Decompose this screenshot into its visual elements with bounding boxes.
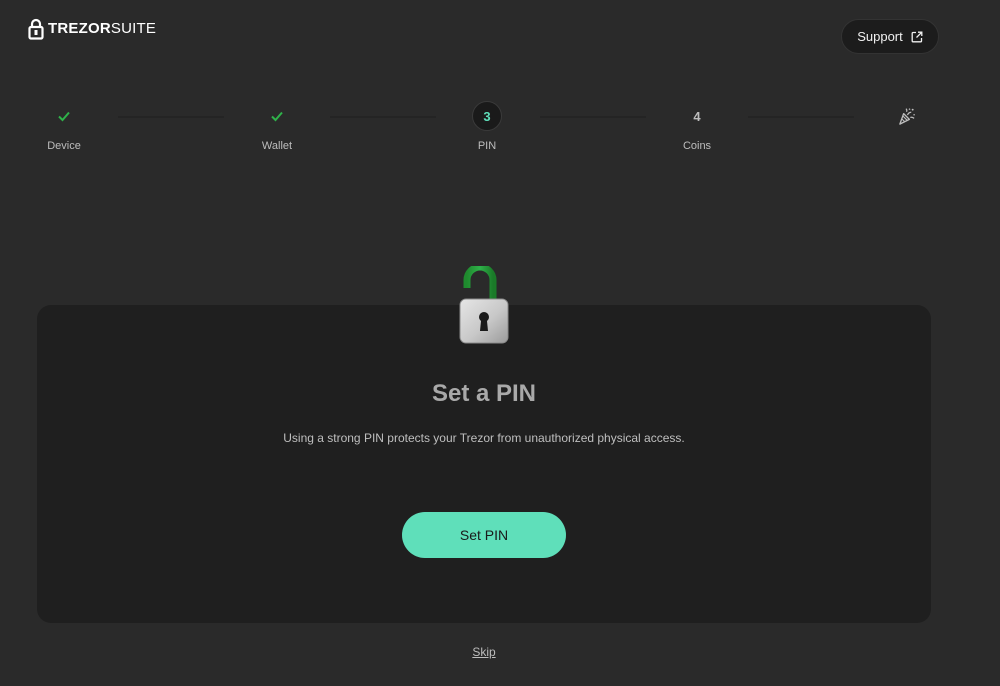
checkmark-icon bbox=[58, 111, 70, 122]
card-description: Using a strong PIN protects your Trezor … bbox=[283, 431, 685, 445]
logo-wordmark-strong: TREZOR bbox=[48, 20, 111, 37]
set-pin-button-label: Set PIN bbox=[459, 527, 509, 543]
logo-wordmark-light: SUITE bbox=[110, 20, 157, 37]
onboarding-page: TREZORSUITE Support Device Wallet 3 PIN … bbox=[0, 0, 1000, 686]
step-device-marker bbox=[49, 101, 79, 131]
logo-wordmark: TREZORSUITE bbox=[48, 18, 156, 40]
external-link-icon bbox=[911, 31, 923, 42]
step-pin-label: PIN bbox=[477, 140, 497, 152]
step-coins-label: Coins bbox=[682, 140, 712, 152]
trezor-suite-logo: TREZORSUITE bbox=[28, 18, 156, 40]
skip-link[interactable]: Skip bbox=[0, 645, 968, 659]
step-coins: 4 Coins bbox=[652, 98, 742, 153]
step-device: Device bbox=[19, 98, 109, 152]
step-connector bbox=[330, 116, 436, 118]
open-padlock-icon bbox=[459, 266, 509, 344]
step-device-label: Device bbox=[47, 140, 81, 152]
support-button[interactable]: Support bbox=[841, 19, 939, 54]
step-connector bbox=[540, 116, 646, 118]
step-final-marker bbox=[891, 101, 921, 131]
step-pin: 3 PIN bbox=[442, 98, 532, 152]
card-title: Set a PIN bbox=[431, 380, 537, 407]
trezor-lock-icon bbox=[28, 18, 44, 40]
checkmark-icon bbox=[271, 111, 283, 122]
onboarding-stepper: Device Wallet 3 PIN 4 Coins bbox=[0, 98, 1000, 168]
step-pin-marker: 3 bbox=[472, 101, 502, 131]
step-connector bbox=[748, 116, 854, 118]
step-wallet: Wallet bbox=[232, 98, 322, 152]
set-pin-button[interactable]: Set PIN bbox=[402, 512, 566, 558]
step-wallet-marker bbox=[262, 101, 292, 131]
party-popper-icon bbox=[898, 107, 915, 125]
set-pin-card bbox=[37, 305, 931, 623]
support-button-label: Support bbox=[857, 29, 903, 44]
step-connector bbox=[118, 116, 224, 118]
step-wallet-label: Wallet bbox=[261, 140, 293, 152]
step-final bbox=[861, 98, 951, 131]
step-coins-marker: 4 bbox=[693, 108, 701, 124]
